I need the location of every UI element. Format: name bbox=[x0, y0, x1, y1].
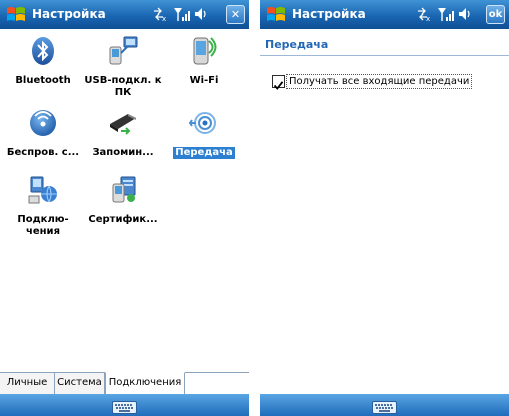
connections-icon bbox=[27, 174, 59, 206]
tab-connections[interactable]: Подключения bbox=[105, 372, 185, 395]
tab-bar: Личные Система Подключения bbox=[0, 372, 249, 395]
keyboard-icon[interactable] bbox=[372, 399, 397, 414]
beam-icon bbox=[188, 107, 220, 139]
storage-card-icon bbox=[107, 107, 139, 139]
section-divider bbox=[260, 55, 509, 56]
soft-key-bar bbox=[260, 394, 509, 416]
section-title: Передача bbox=[265, 38, 329, 51]
receive-beams-checkbox[interactable] bbox=[272, 75, 285, 90]
volume-icon bbox=[195, 8, 206, 20]
title-bar: Настройка x bbox=[260, 0, 509, 29]
volume-icon bbox=[459, 8, 470, 20]
settings-connections-screen: Настройка x ✕ Bluetooth USB-подкл. к ПК … bbox=[0, 0, 249, 416]
item-label: Bluetooth bbox=[15, 75, 71, 86]
status-icons[interactable]: x bbox=[152, 5, 220, 23]
window-title: Настройка bbox=[32, 7, 106, 21]
tab-personal[interactable]: Личные bbox=[0, 373, 55, 394]
windows-start-icon[interactable] bbox=[5, 4, 27, 25]
ok-button[interactable]: ok bbox=[486, 5, 505, 24]
close-button[interactable]: ✕ bbox=[226, 5, 245, 24]
item-label: Сертифик... bbox=[88, 214, 158, 225]
item-label: USB-подкл. к ПК bbox=[84, 75, 162, 98]
checkmark-icon bbox=[273, 81, 284, 90]
svg-text:x: x bbox=[426, 15, 430, 23]
keyboard-icon[interactable] bbox=[112, 399, 137, 414]
windows-start-icon[interactable] bbox=[265, 4, 287, 25]
item-label: Запомин... bbox=[92, 147, 154, 158]
title-bar: Настройка x bbox=[0, 0, 249, 29]
window-title: Настройка bbox=[292, 7, 366, 21]
bluetooth-icon bbox=[27, 35, 59, 67]
item-label: Wi-Fi bbox=[189, 75, 219, 86]
certificates-icon bbox=[107, 174, 139, 206]
signal-icon bbox=[174, 8, 190, 21]
usb-pc-icon bbox=[107, 35, 139, 67]
item-label: Передача bbox=[173, 147, 235, 159]
svg-text:x: x bbox=[162, 15, 166, 23]
tab-system[interactable]: Система bbox=[55, 373, 105, 394]
item-label: Подклю-чения bbox=[17, 214, 69, 237]
status-icons[interactable]: x bbox=[416, 5, 484, 23]
wifi-icon bbox=[188, 35, 220, 67]
signal-icon bbox=[438, 8, 454, 21]
beam-settings-screen: Настройка x ok Передача Получать все вхо… bbox=[260, 0, 509, 416]
receive-beams-label[interactable]: Получать все входящие передачи bbox=[286, 74, 473, 89]
soft-key-bar bbox=[0, 394, 249, 416]
wireless-icon bbox=[27, 107, 59, 139]
item-label: Беспров. с... bbox=[6, 147, 80, 158]
